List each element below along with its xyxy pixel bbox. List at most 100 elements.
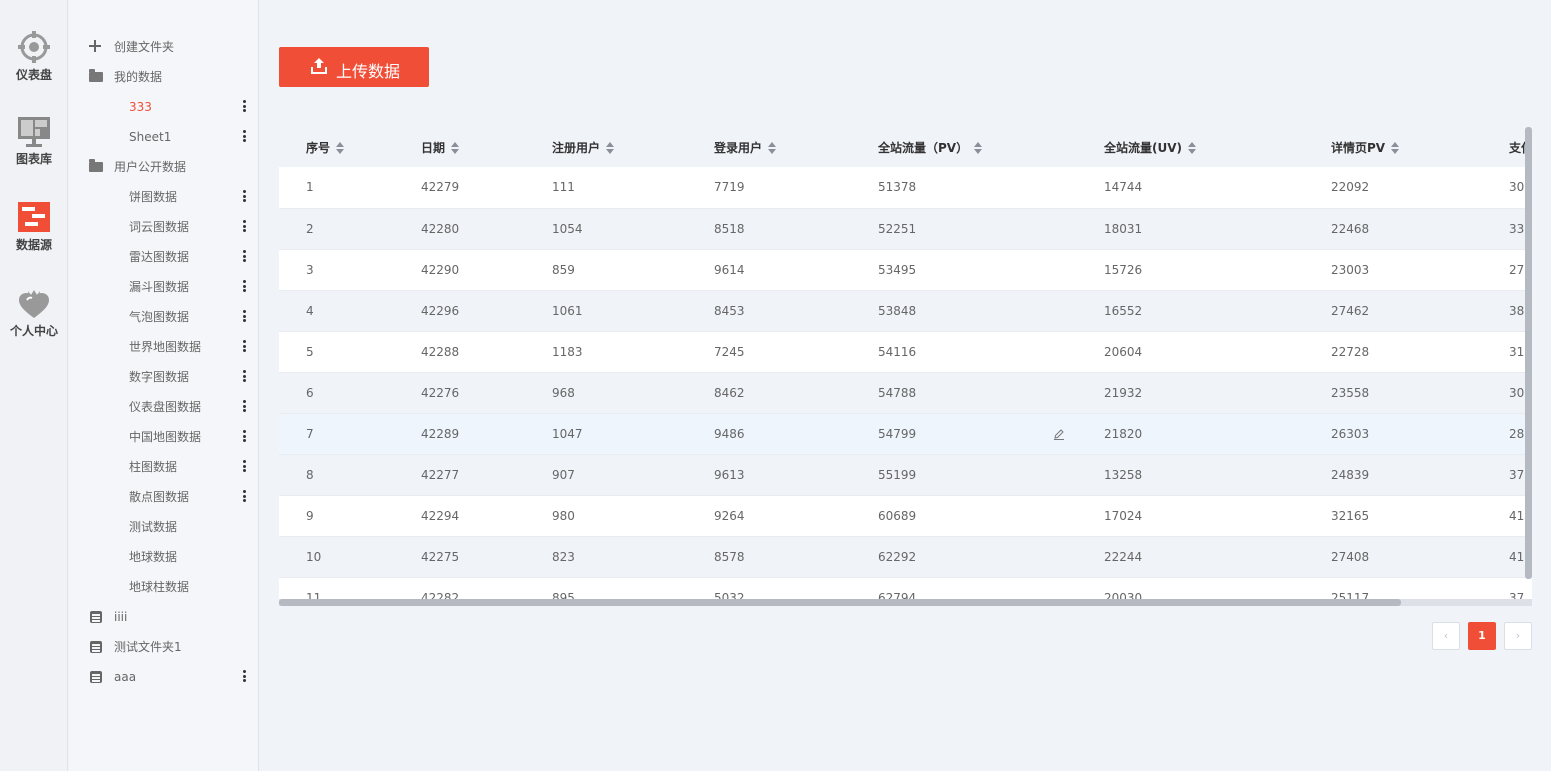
more-vertical-icon[interactable] bbox=[240, 490, 248, 504]
tree-item-public[interactable]: 词云图数据 bbox=[69, 212, 259, 242]
table-cell[interactable]: 9 bbox=[279, 495, 394, 536]
more-vertical-icon[interactable] bbox=[240, 400, 248, 414]
horizontal-scrollbar[interactable] bbox=[279, 599, 1532, 606]
table-cell[interactable]: 42288 bbox=[394, 331, 525, 372]
table-row[interactable]: 7 42289 1047 9486 54799 21820 26303 28 bbox=[279, 413, 1532, 454]
table-cell[interactable]: 26303 bbox=[1304, 413, 1482, 454]
table-cell[interactable]: 42296 bbox=[394, 290, 525, 331]
table-cell[interactable]: 62292 bbox=[851, 536, 1077, 577]
table-cell[interactable]: 23003 bbox=[1304, 249, 1482, 290]
tree-item-sheet1[interactable]: Sheet1 bbox=[69, 122, 259, 152]
tree-item-public[interactable]: 柱图数据 bbox=[69, 452, 259, 482]
table-cell[interactable]: 54788 bbox=[851, 372, 1077, 413]
more-vertical-icon[interactable] bbox=[240, 310, 248, 324]
table-cell[interactable]: 22244 bbox=[1077, 536, 1304, 577]
table-cell[interactable]: 20604 bbox=[1077, 331, 1304, 372]
table-cell[interactable]: 21932 bbox=[1077, 372, 1304, 413]
vertical-scrollbar[interactable] bbox=[1525, 127, 1532, 579]
tree-folder-iiii[interactable]: iiii bbox=[69, 602, 259, 632]
tree-item-public[interactable]: 地球柱数据 bbox=[69, 572, 259, 602]
table-cell[interactable]: 22468 bbox=[1304, 208, 1482, 249]
table-row[interactable]: 1 42279 111 7719 51378 14744 22092 30 bbox=[279, 167, 1532, 208]
table-cell[interactable]: 14744 bbox=[1077, 167, 1304, 208]
tree-item-public[interactable]: 测试数据 bbox=[69, 512, 259, 542]
more-vertical-icon[interactable] bbox=[240, 340, 248, 354]
table-cell[interactable]: 32165 bbox=[1304, 495, 1482, 536]
table-cell[interactable]: 1047 bbox=[525, 413, 687, 454]
table-row[interactable]: 6 42276 968 8462 54788 21932 23558 30 bbox=[279, 372, 1532, 413]
next-page-button[interactable]: › bbox=[1504, 622, 1532, 650]
table-cell[interactable]: 1 bbox=[279, 167, 394, 208]
sort-icon[interactable] bbox=[606, 142, 615, 154]
edit-pencil-icon[interactable] bbox=[1053, 428, 1065, 440]
table-cell[interactable]: 54116 bbox=[851, 331, 1077, 372]
column-header[interactable]: 序号 bbox=[279, 127, 394, 167]
table-cell[interactable]: 54799 bbox=[851, 413, 1077, 454]
table-cell[interactable]: 42280 bbox=[394, 208, 525, 249]
column-header[interactable]: 全站流量（PV） bbox=[851, 127, 1077, 167]
table-cell[interactable]: 42277 bbox=[394, 454, 525, 495]
table-cell[interactable]: 42289 bbox=[394, 413, 525, 454]
tree-folder-test[interactable]: 测试文件夹1 bbox=[69, 632, 259, 662]
tree-item-public[interactable]: 漏斗图数据 bbox=[69, 272, 259, 302]
table-cell[interactable]: 42276 bbox=[394, 372, 525, 413]
table-row[interactable]: 4 42296 1061 8453 53848 16552 27462 38 bbox=[279, 290, 1532, 331]
table-cell[interactable]: 1054 bbox=[525, 208, 687, 249]
more-vertical-icon[interactable] bbox=[240, 460, 248, 474]
sort-icon[interactable] bbox=[974, 142, 983, 154]
table-cell[interactable]: 8 bbox=[279, 454, 394, 495]
table-cell[interactable]: 859 bbox=[525, 249, 687, 290]
table-cell[interactable]: 52251 bbox=[851, 208, 1077, 249]
table-cell[interactable]: 8578 bbox=[687, 536, 851, 577]
column-header[interactable]: 注册用户 bbox=[525, 127, 687, 167]
table-cell[interactable]: 7245 bbox=[687, 331, 851, 372]
table-cell[interactable]: 3 bbox=[279, 249, 394, 290]
table-cell[interactable]: 9614 bbox=[687, 249, 851, 290]
more-vertical-icon[interactable] bbox=[240, 130, 248, 144]
more-vertical-icon[interactable] bbox=[240, 670, 248, 684]
table-cell[interactable]: 51378 bbox=[851, 167, 1077, 208]
table-cell[interactable]: 2 bbox=[279, 208, 394, 249]
column-header[interactable]: 日期 bbox=[394, 127, 525, 167]
table-cell[interactable]: 9613 bbox=[687, 454, 851, 495]
table-cell[interactable]: 60689 bbox=[851, 495, 1077, 536]
sort-icon[interactable] bbox=[451, 142, 460, 154]
tree-folder-public-data[interactable]: 用户公开数据 bbox=[69, 152, 259, 182]
table-cell[interactable]: 7719 bbox=[687, 167, 851, 208]
more-vertical-icon[interactable] bbox=[240, 100, 248, 114]
table-cell[interactable]: 42290 bbox=[394, 249, 525, 290]
sort-icon[interactable] bbox=[336, 142, 345, 154]
tree-item-public[interactable]: 世界地图数据 bbox=[69, 332, 259, 362]
rail-chart-library[interactable]: 图表库 bbox=[0, 114, 68, 167]
more-vertical-icon[interactable] bbox=[240, 430, 248, 444]
table-cell[interactable]: 8462 bbox=[687, 372, 851, 413]
column-header[interactable]: 详情页PV bbox=[1304, 127, 1482, 167]
table-cell[interactable]: 6 bbox=[279, 372, 394, 413]
tree-item-public[interactable]: 散点图数据 bbox=[69, 482, 259, 512]
tree-item-public[interactable]: 地球数据 bbox=[69, 542, 259, 572]
table-row[interactable]: 9 42294 980 9264 60689 17024 32165 41 bbox=[279, 495, 1532, 536]
table-cell[interactable]: 42294 bbox=[394, 495, 525, 536]
tree-folder-my-data[interactable]: 我的数据 bbox=[69, 62, 259, 92]
upload-data-button[interactable]: 上传数据 bbox=[279, 47, 429, 87]
table-row[interactable]: 2 42280 1054 8518 52251 18031 22468 33 bbox=[279, 208, 1532, 249]
table-cell[interactable]: 16552 bbox=[1077, 290, 1304, 331]
table-cell[interactable]: 17024 bbox=[1077, 495, 1304, 536]
table-cell[interactable]: 42275 bbox=[394, 536, 525, 577]
tree-item-public[interactable]: 饼图数据 bbox=[69, 182, 259, 212]
table-cell[interactable]: 111 bbox=[525, 167, 687, 208]
table-cell[interactable]: 968 bbox=[525, 372, 687, 413]
more-vertical-icon[interactable] bbox=[240, 250, 248, 264]
table-row[interactable]: 8 42277 907 9613 55199 13258 24839 37 bbox=[279, 454, 1532, 495]
table-cell[interactable]: 27408 bbox=[1304, 536, 1482, 577]
sort-icon[interactable] bbox=[1391, 142, 1400, 154]
table-cell[interactable]: 1061 bbox=[525, 290, 687, 331]
tree-item-public[interactable]: 数字图数据 bbox=[69, 362, 259, 392]
more-vertical-icon[interactable] bbox=[240, 220, 248, 234]
prev-page-button[interactable]: ‹ bbox=[1432, 622, 1460, 650]
table-cell[interactable]: 10 bbox=[279, 536, 394, 577]
tree-item-public[interactable]: 气泡图数据 bbox=[69, 302, 259, 332]
table-cell[interactable]: 7 bbox=[279, 413, 394, 454]
tree-folder-aaa[interactable]: aaa bbox=[69, 662, 259, 692]
sort-icon[interactable] bbox=[768, 142, 777, 154]
